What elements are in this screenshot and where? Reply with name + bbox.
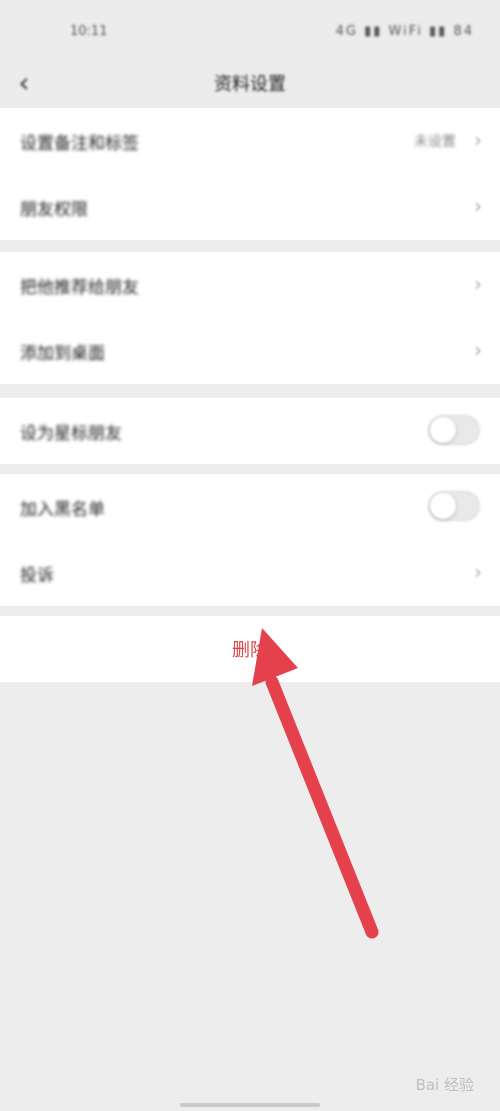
delete-button[interactable]: 删除 — [0, 616, 500, 682]
row-remark-and-tags[interactable]: 设置备注和标签 未设置 › — [0, 108, 500, 174]
row-label: 加入黑名单 — [20, 500, 105, 520]
settings-group-2: 把他推荐给朋友 › 添加到桌面 › — [0, 252, 500, 384]
chevron-right-icon: › — [474, 194, 482, 218]
toggle-knob — [430, 493, 456, 519]
chevron-right-icon: › — [474, 128, 482, 152]
row-label: 把他推荐给朋友 — [20, 278, 139, 298]
row-label: 添加到桌面 — [20, 344, 105, 364]
status-bar: 10:11 4G ▮▮ WiFi ▮▮ 84 — [0, 0, 500, 62]
arrow-shaft — [265, 675, 379, 939]
toggle-knob — [430, 417, 456, 443]
row-recommend-to-friend[interactable]: 把他推荐给朋友 › — [0, 252, 500, 318]
delete-label: 删除 — [232, 640, 268, 661]
row-complaint[interactable]: 投诉 › — [0, 540, 500, 606]
settings-group-4: 加入黑名单 投诉 › — [0, 474, 500, 606]
row-friend-permissions[interactable]: 朋友权限 › — [0, 174, 500, 240]
row-add-to-desktop[interactable]: 添加到桌面 › — [0, 318, 500, 384]
chevron-right-icon: › — [474, 560, 482, 584]
status-time: 10:11 — [70, 24, 108, 39]
settings-group-3: 设为星标朋友 — [0, 398, 500, 464]
chevron-right-icon: › — [474, 338, 482, 362]
row-value: 未设置 — [414, 134, 456, 150]
settings-group-1: 设置备注和标签 未设置 › 朋友权限 › — [0, 108, 500, 240]
row-label: 设为星标朋友 — [20, 424, 122, 444]
row-label: 朋友权限 — [20, 200, 88, 220]
row-blacklist: 加入黑名单 — [0, 474, 500, 540]
blacklist-toggle[interactable] — [428, 491, 480, 521]
row-label: 投诉 — [20, 566, 54, 586]
row-star-friend: 设为星标朋友 — [0, 398, 500, 464]
status-icons: 4G ▮▮ WiFi ▮▮ 84 — [335, 24, 474, 39]
page-title: 资料设置 — [214, 74, 286, 95]
watermark: Bai 经验 — [415, 1076, 474, 1094]
home-indicator — [180, 1103, 320, 1107]
row-label: 设置备注和标签 — [20, 134, 139, 154]
nav-bar: ‹ 资料设置 — [0, 62, 500, 106]
chevron-right-icon: › — [474, 272, 482, 296]
star-friend-toggle[interactable] — [428, 415, 480, 445]
